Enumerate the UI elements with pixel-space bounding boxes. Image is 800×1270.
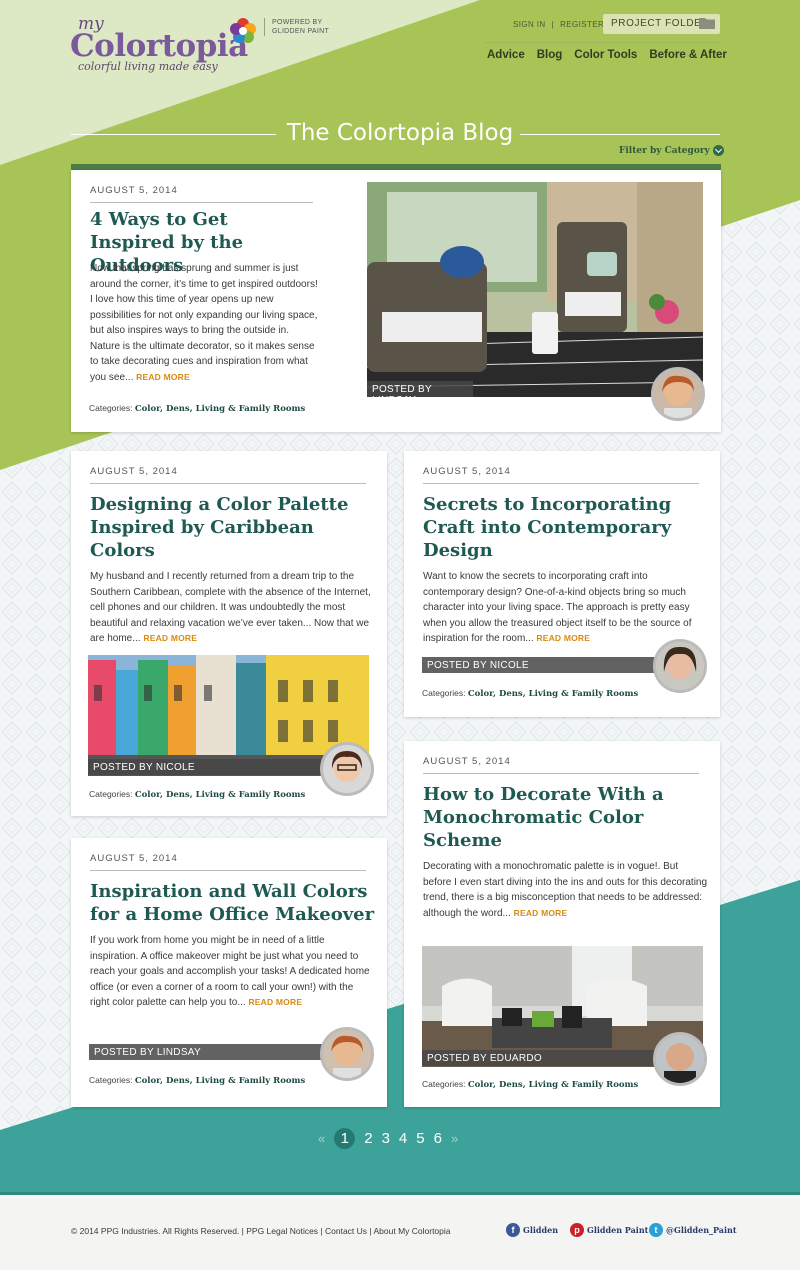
facebook-link[interactable]: f Glidden (506, 1223, 558, 1237)
post-excerpt: If you work from home you might be in ne… (90, 933, 375, 1011)
folder-icon (699, 18, 715, 29)
pinterest-icon: p (570, 1223, 584, 1237)
post-card: AUGUST 5, 2014 Inspiration and Wall Colo… (71, 838, 387, 1107)
featured-post-card: AUGUST 5, 2014 4 Ways to Get Inspired by… (71, 170, 721, 432)
post-title[interactable]: Designing a Color Palette Inspired by Ca… (90, 493, 380, 562)
project-folder-label: PROJECT FOLDER (611, 18, 710, 29)
posted-by-label: POSTED BY NICOLE (422, 657, 672, 673)
page-4-link[interactable]: 4 (399, 1130, 407, 1147)
post-title[interactable]: Inspiration and Wall Colors for a Home O… (90, 880, 380, 926)
author-avatar[interactable] (653, 1032, 707, 1086)
nav-blog[interactable]: Blog (537, 49, 563, 61)
logo-wordmark: Colortopia (70, 28, 248, 64)
categories-label: Categories: (89, 1075, 133, 1085)
author-avatar[interactable] (320, 742, 374, 796)
sign-in-link[interactable]: SIGN IN (513, 20, 546, 29)
filter-by-category[interactable]: Filter by Category (619, 145, 724, 156)
post-categories: Categories: Color, Dens, Living & Family… (422, 1079, 638, 1090)
read-more-link[interactable]: READ MORE (514, 908, 568, 918)
prev-page-button[interactable]: « (318, 1131, 325, 1146)
page-6-link[interactable]: 6 (434, 1130, 442, 1147)
post-excerpt: Want to know the secrets to incorporatin… (423, 569, 708, 647)
post-card: AUGUST 5, 2014 Secrets to Incorporating … (404, 451, 720, 717)
footer-legal-links[interactable]: © 2014 PPG Industries. All Rights Reserv… (71, 1226, 451, 1236)
colortopia-logo[interactable]: my Colortopia TM colorful living made ea… (70, 14, 260, 76)
categories-label: Categories: (422, 688, 466, 698)
color-flower-icon (230, 18, 256, 43)
post-card: AUGUST 5, 2014 How to Decorate With a Mo… (404, 741, 720, 1107)
patio-illustration (367, 182, 703, 397)
author-face (656, 1035, 704, 1083)
facebook-label: Glidden (523, 1225, 559, 1235)
read-more-link[interactable]: READ MORE (248, 997, 302, 1007)
page-title: The Colortopia Blog (286, 120, 514, 146)
post-categories: Categories: Color, Dens, Living & Family… (89, 1075, 305, 1086)
excerpt-text: Now that spring has sprung and summer is… (90, 263, 318, 383)
categories-label: Categories: (89, 403, 133, 413)
account-links: SIGN IN | REGISTER (510, 20, 607, 29)
posted-by-label: POSTED BY LINDSAY (89, 1044, 339, 1060)
post-date: AUGUST 5, 2014 (90, 185, 313, 203)
project-folder-button[interactable]: PROJECT FOLDER (603, 14, 720, 34)
categories-links[interactable]: Color, Dens, Living & Family Rooms (468, 1080, 638, 1090)
post-date: AUGUST 5, 2014 (423, 466, 699, 484)
post-photo-patio[interactable]: POSTED BY LINDSAY (367, 182, 703, 397)
excerpt-text: My husband and I recently returned from … (90, 571, 371, 644)
author-face (656, 642, 704, 690)
nav-divider (484, 42, 720, 43)
author-avatar[interactable] (651, 367, 705, 421)
page-2-link[interactable]: 2 (364, 1130, 372, 1147)
categories-links[interactable]: Color, Dens, Living & Family Rooms (135, 1076, 305, 1086)
author-face (654, 370, 702, 418)
nav-color-tools[interactable]: Color Tools (574, 49, 637, 61)
main-nav: Advice Blog Color Tools Before & After (487, 49, 727, 61)
register-link[interactable]: REGISTER (560, 20, 604, 29)
read-more-link[interactable]: READ MORE (536, 633, 590, 643)
categories-links[interactable]: Color, Dens, Living & Family Rooms (135, 404, 305, 414)
twitter-label: @Glidden_Paint (666, 1225, 737, 1235)
post-categories: Categories: Color, Dens, Living & Family… (89, 789, 305, 800)
post-title[interactable]: Secrets to Incorporating Craft into Cont… (423, 493, 708, 562)
categories-label: Categories: (89, 789, 133, 799)
post-date: AUGUST 5, 2014 (423, 756, 699, 774)
author-avatar[interactable] (320, 1027, 374, 1081)
chevron-down-icon (712, 145, 724, 156)
post-categories: Categories: Color, Dens, Living & Family… (422, 688, 638, 699)
post-categories: Categories: Color, Dens, Living & Family… (89, 403, 305, 414)
page-1-current[interactable]: 1 (334, 1128, 356, 1149)
categories-links[interactable]: Color, Dens, Living & Family Rooms (468, 689, 638, 699)
nav-advice[interactable]: Advice (487, 49, 525, 61)
author-face (323, 1030, 371, 1078)
post-card: AUGUST 5, 2014 Designing a Color Palette… (71, 451, 387, 816)
twitter-link[interactable]: t @Glidden_Paint (649, 1223, 737, 1237)
facebook-icon: f (506, 1223, 520, 1237)
author-face (323, 745, 371, 793)
post-title[interactable]: How to Decorate With a Monochromatic Col… (423, 783, 708, 852)
posted-by-label: POSTED BY LINDSAY (367, 381, 473, 397)
link-separator: | (551, 20, 555, 29)
pagination: « 1 2 3 4 5 6 » (318, 1128, 458, 1149)
twitter-icon: t (649, 1223, 663, 1237)
read-more-link[interactable]: READ MORE (143, 633, 197, 643)
pinterest-link[interactable]: p Glidden Paint (570, 1223, 648, 1237)
author-avatar[interactable] (653, 639, 707, 693)
categories-links[interactable]: Color, Dens, Living & Family Rooms (135, 790, 305, 800)
page-3-link[interactable]: 3 (382, 1130, 390, 1147)
post-excerpt: My husband and I recently returned from … (90, 569, 372, 647)
read-more-link[interactable]: READ MORE (136, 372, 190, 382)
nav-before-after[interactable]: Before & After (649, 49, 727, 61)
title-rule-right (520, 134, 720, 135)
post-excerpt: Now that spring has sprung and summer is… (90, 261, 320, 385)
excerpt-text: If you work from home you might be in ne… (90, 935, 370, 1008)
next-page-button[interactable]: » (451, 1131, 458, 1146)
post-date: AUGUST 5, 2014 (90, 853, 366, 871)
filter-label: Filter by Category (619, 146, 710, 156)
page-5-link[interactable]: 5 (416, 1130, 424, 1147)
logo-tagline: colorful living made easy (78, 60, 218, 73)
powered-by-glidden: POWERED BY GLIDDEN PAINT (264, 18, 334, 36)
post-excerpt: Decorating with a monochromatic palette … (423, 859, 708, 921)
pinterest-label: Glidden Paint (587, 1225, 649, 1235)
categories-label: Categories: (422, 1079, 466, 1089)
post-date: AUGUST 5, 2014 (90, 466, 366, 484)
